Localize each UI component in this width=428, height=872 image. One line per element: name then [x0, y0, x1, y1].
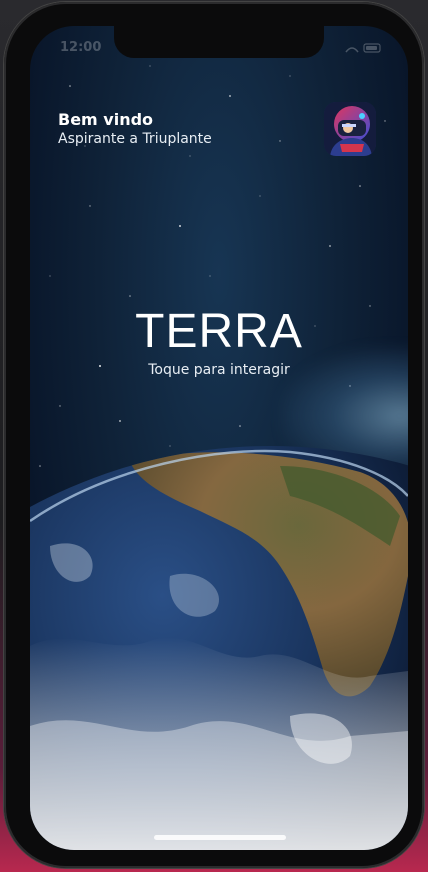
status-time: 12:00 — [60, 40, 102, 55]
tap-hint: Toque para interagir — [148, 362, 290, 378]
avatar[interactable] — [324, 102, 376, 156]
phone-frame: 12:00 Bem vindo Aspirante a Triuplante T… — [4, 2, 424, 868]
greeting: Bem vindo Aspirante a Triuplante — [58, 110, 212, 148]
device-notch — [114, 26, 324, 58]
status-icons — [345, 43, 381, 53]
astronaut-avatar-icon — [324, 102, 376, 156]
planet-title[interactable]: TERRA — [30, 304, 408, 360]
greeting-subtitle: Aspirante a Triuplante — [58, 131, 212, 147]
earth-globe[interactable] — [30, 426, 408, 850]
app-screen: 12:00 Bem vindo Aspirante a Triuplante T… — [30, 26, 408, 850]
home-indicator[interactable] — [154, 835, 286, 840]
greeting-title: Bem vindo — [58, 110, 154, 129]
